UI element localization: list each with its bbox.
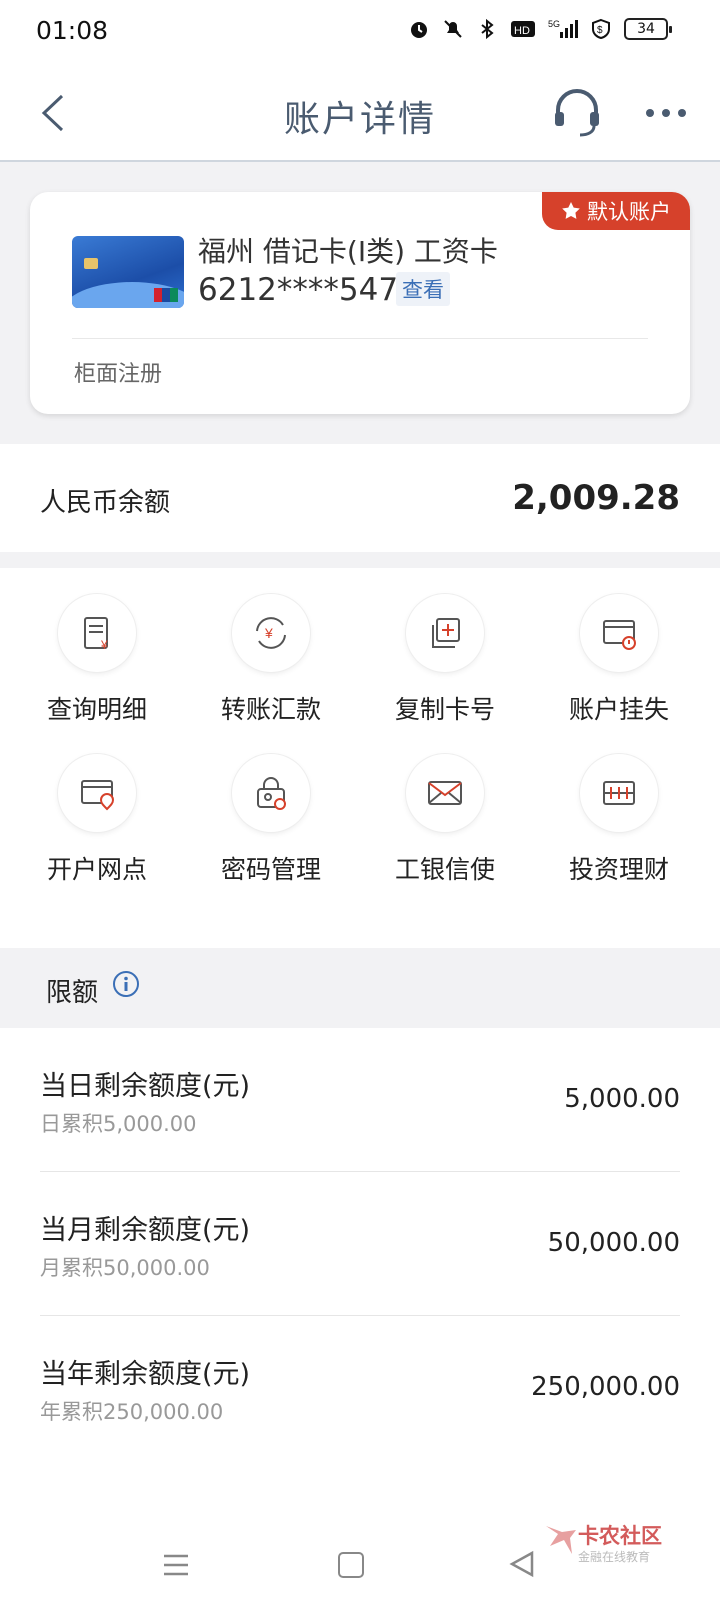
limit-row-yearly: 当年剩余额度(元) 年累积250,000.00 250,000.00 (40, 1316, 680, 1460)
action-label: 工银信使 (394, 855, 495, 884)
balance-label: 人民币余额 (40, 488, 171, 518)
copy-icon (432, 618, 460, 648)
limit-label: 当日剩余额度(元) (40, 1071, 251, 1102)
back-triangle-icon[interactable] (508, 1550, 536, 1578)
home-button[interactable] (338, 1552, 364, 1578)
watermark-logo-icon (546, 1526, 576, 1554)
balance-row: 人民币余额 2,009.28 (0, 444, 720, 552)
page-title: 账户详情 (283, 99, 436, 140)
limit-row-daily: 当日剩余额度(元) 日累积5,000.00 5,000.00 (40, 1028, 680, 1172)
limit-label: 当月剩余额度(元) (40, 1215, 251, 1246)
limit-label: 当年剩余额度(元) (40, 1359, 251, 1390)
more-icon[interactable] (644, 106, 688, 120)
svg-text:HD: HD (514, 25, 530, 37)
registration-note: 柜面注册 (74, 362, 163, 387)
balance-value: 2,009.28 (512, 478, 680, 518)
limit-value: 250,000.00 (531, 1372, 680, 1402)
svg-text:¥: ¥ (264, 625, 273, 641)
card-number: 6212****5477 (198, 272, 418, 308)
hd-icon: HD (511, 21, 535, 37)
limit-accumulated: 年累积250,000.00 (40, 1400, 224, 1424)
report-loss-icon (603, 620, 636, 650)
card-name: 福州 借记卡(I类) 工资卡 (198, 235, 498, 268)
card-section: 默认账户 福州 借记卡(I类) 工资卡 6212****5477 查看 柜面注册 (0, 162, 720, 444)
status-time: 01:08 (36, 16, 109, 45)
action-password[interactable]: 密码管理 (184, 754, 358, 886)
statement-icon: ¥ (84, 617, 108, 652)
alarm-icon (411, 22, 427, 38)
branch-location-icon (81, 780, 115, 811)
action-label: 查询明细 (46, 695, 147, 724)
nav-bar: 账户详情 (0, 64, 720, 162)
bank-card-image (72, 236, 184, 308)
star-icon (562, 202, 580, 219)
action-statement[interactable]: ¥ 查询明细 (10, 594, 184, 726)
info-icon[interactable] (112, 970, 140, 998)
action-label: 复制卡号 (394, 695, 495, 724)
limit-header: 限额 (0, 948, 720, 1028)
action-grid: ¥ 查询明细 ¥ 转账汇款 复制卡号 账户挂失 开户网点 密码管理 工银信使 投… (0, 568, 720, 948)
message-icon (428, 781, 462, 805)
customer-service-icon[interactable] (552, 86, 602, 140)
bluetooth-icon (481, 18, 494, 40)
watermark-title: 卡农社区 (578, 1524, 662, 1548)
limit-value: 5,000.00 (564, 1084, 680, 1114)
svg-text:$: $ (597, 25, 603, 36)
action-branch[interactable]: 开户网点 (10, 754, 184, 886)
action-investment[interactable]: 投资理财 (532, 754, 706, 886)
signal-5g-icon: 5G (548, 19, 578, 38)
status-bar: 01:08 HD 5G $ 34 (0, 0, 720, 64)
status-icons: HD 5G $ 34 (408, 18, 672, 40)
watermark-subtitle: 金融在线教育 (578, 1550, 651, 1564)
action-label: 开户网点 (46, 855, 147, 884)
limits-list: 当日剩余额度(元) 日累积5,000.00 5,000.00 当月剩余额度(元)… (0, 1028, 720, 1460)
action-label: 账户挂失 (568, 695, 669, 724)
action-transfer[interactable]: ¥ 转账汇款 (184, 594, 358, 726)
battery-indicator: 34 (624, 18, 672, 40)
action-label: 转账汇款 (220, 695, 321, 724)
view-card-number-button[interactable]: 查看 (396, 272, 450, 306)
svg-text:¥: ¥ (100, 638, 108, 652)
menu-icon[interactable] (162, 1552, 190, 1578)
action-report-loss[interactable]: 账户挂失 (532, 594, 706, 726)
limit-title: 限额 (46, 978, 99, 1008)
default-account-badge: 默认账户 (542, 192, 690, 230)
investment-icon (603, 781, 635, 805)
card-divider (72, 338, 648, 339)
action-label: 投资理财 (568, 855, 669, 884)
limit-accumulated: 月累积50,000.00 (40, 1256, 210, 1280)
limit-value: 50,000.00 (547, 1228, 680, 1258)
action-label: 密码管理 (220, 855, 321, 884)
action-messenger[interactable]: 工银信使 (358, 754, 532, 886)
transfer-icon: ¥ (256, 617, 286, 649)
default-account-label: 默认账户 (587, 200, 671, 224)
shield-icon: $ (592, 18, 610, 40)
password-icon (257, 777, 286, 810)
svg-text:5G: 5G (548, 19, 560, 29)
limit-row-monthly: 当月剩余额度(元) 月累积50,000.00 50,000.00 (40, 1172, 680, 1316)
watermark: 卡农社区 金融在线教育 (542, 1520, 672, 1570)
action-copy-number[interactable]: 复制卡号 (358, 594, 532, 726)
mute-icon (444, 20, 462, 38)
account-card[interactable]: 默认账户 福州 借记卡(I类) 工资卡 6212****5477 查看 柜面注册 (30, 192, 690, 414)
limit-accumulated: 日累积5,000.00 (40, 1112, 197, 1136)
